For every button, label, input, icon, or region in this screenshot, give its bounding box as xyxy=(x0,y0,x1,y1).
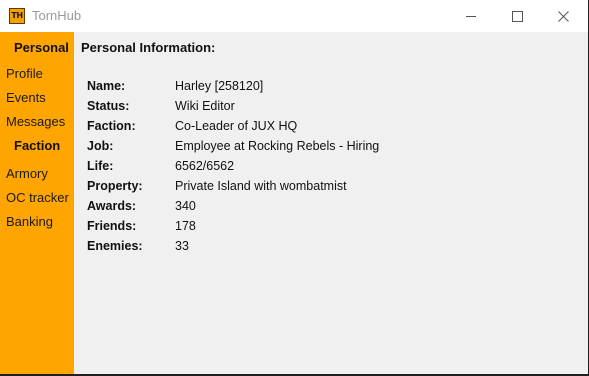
info-value: 178 xyxy=(175,219,196,233)
sidebar-item-armory[interactable]: Armory xyxy=(6,166,48,181)
title-bar[interactable]: TH TornHub xyxy=(0,0,588,32)
sidebar-item-events[interactable]: Events xyxy=(6,90,46,105)
info-label: Name: xyxy=(87,79,126,93)
info-label: Life: xyxy=(87,159,114,173)
app-logo-icon: TH xyxy=(9,8,25,24)
info-label: Faction: xyxy=(87,119,136,133)
sidebar-header-faction: Faction xyxy=(14,138,61,153)
info-row-status: Status: Wiki Editor xyxy=(87,99,567,119)
info-value: Harley [258120] xyxy=(175,79,264,93)
info-value: 33 xyxy=(175,239,189,253)
page-title: Personal Information: xyxy=(81,40,216,55)
info-label: Job: xyxy=(87,139,114,153)
info-value: Co-Leader of JUX HQ xyxy=(175,119,298,133)
info-value: Employee at Rocking Rebels - Hiring xyxy=(175,139,380,153)
info-row-property: Property: Private Island with wombatmist xyxy=(87,179,567,199)
info-value: Private Island with wombatmist xyxy=(175,179,347,193)
sidebar-item-oc-tracker[interactable]: OC tracker xyxy=(6,190,69,205)
sidebar-header-personal: Personal xyxy=(14,40,69,55)
app-window: TH TornHub Personal Profile Events Messa… xyxy=(0,0,588,374)
info-value: Wiki Editor xyxy=(175,99,235,113)
info-label: Status: xyxy=(87,99,130,113)
info-value: 6562/6562 xyxy=(175,159,235,173)
sidebar-item-messages[interactable]: Messages xyxy=(6,114,65,129)
minimize-button[interactable] xyxy=(448,0,494,32)
close-icon xyxy=(557,10,569,22)
window-title: TornHub xyxy=(32,8,82,23)
sidebar: Personal Profile Events Messages Faction… xyxy=(0,32,74,374)
info-label: Property: xyxy=(87,179,143,193)
info-row-enemies: Enemies: 33 xyxy=(87,239,567,259)
info-row-name: Name: Harley [258120] xyxy=(87,79,567,99)
sidebar-item-profile[interactable]: Profile xyxy=(6,66,43,81)
info-row-life: Life: 6562/6562 xyxy=(87,159,567,179)
info-label: Enemies: xyxy=(87,239,143,253)
info-label: Awards: xyxy=(87,199,137,213)
close-button[interactable] xyxy=(540,0,586,32)
info-row-faction: Faction: Co-Leader of JUX HQ xyxy=(87,119,567,139)
minimize-icon xyxy=(466,15,476,17)
maximize-icon xyxy=(511,10,523,22)
info-label: Friends: xyxy=(87,219,137,233)
info-row-awards: Awards: 340 xyxy=(87,199,567,219)
info-value: 340 xyxy=(175,199,196,213)
info-row-friends: Friends: 178 xyxy=(87,219,567,239)
main-content: Personal Information: Name: Harley [2581… xyxy=(74,32,588,374)
maximize-button[interactable] xyxy=(494,0,540,32)
info-row-job: Job: Employee at Rocking Rebels - Hiring xyxy=(87,139,567,159)
sidebar-item-banking[interactable]: Banking xyxy=(6,214,53,229)
